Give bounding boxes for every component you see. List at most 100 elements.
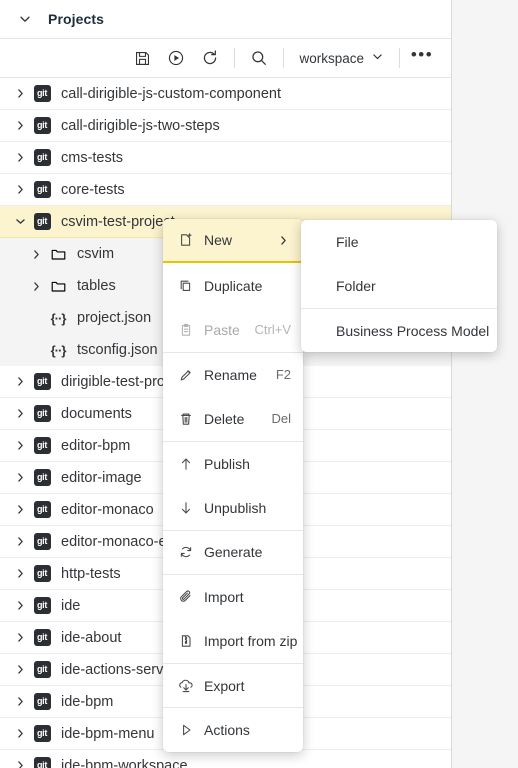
chevron-right-icon[interactable]	[12, 663, 29, 676]
panel-header: Projects	[0, 0, 451, 39]
menu-item-actions[interactable]: Actions	[163, 707, 303, 751]
chevron-right-icon[interactable]	[12, 87, 29, 100]
git-repo-icon: git	[29, 757, 55, 768]
app-root: Projects workspace ••• git call-dirigibl…	[0, 0, 518, 768]
chevron-right-icon[interactable]	[12, 471, 29, 484]
git-repo-icon: git	[29, 85, 55, 102]
tree-row-label: documents	[61, 405, 132, 422]
chevron-right-icon[interactable]	[12, 503, 29, 516]
json-file-icon: {··}	[50, 310, 67, 326]
refresh-icon[interactable]	[193, 43, 227, 73]
menu-item-label: Unpublish	[204, 499, 267, 516]
menu-item-label: Import	[204, 588, 244, 605]
git-repo-icon: git	[29, 117, 55, 134]
menu-item-publish[interactable]: Publish	[163, 440, 303, 485]
menu-item-import-from-zip[interactable]: Import from zip	[163, 619, 303, 663]
menu-item-shortcut: Del	[271, 411, 291, 427]
menu-item-label: Export	[204, 677, 245, 694]
duplicate-icon	[173, 278, 199, 294]
play-outline-icon	[173, 722, 199, 738]
tree-row[interactable]: git core-tests	[0, 174, 451, 206]
git-repo-icon: git	[29, 213, 55, 230]
more-options-button[interactable]: •••	[407, 43, 437, 73]
tree-row-label: csvim-test-project	[61, 213, 175, 230]
git-repo-icon: git	[29, 437, 55, 454]
chevron-right-icon[interactable]	[12, 439, 29, 452]
chevron-right-icon[interactable]	[12, 567, 29, 580]
menu-item-import[interactable]: Import	[163, 574, 303, 618]
tree-row-label: core-tests	[61, 181, 125, 198]
menu-item-generate[interactable]: Generate	[163, 529, 303, 574]
chevron-right-icon[interactable]	[12, 695, 29, 708]
search-icon[interactable]	[242, 43, 276, 73]
chevron-right-icon[interactable]	[12, 599, 29, 612]
chevron-right-icon[interactable]	[28, 280, 45, 293]
menu-item-label: Generate	[204, 544, 263, 561]
tree-row[interactable]: git call-dirigible-js-two-steps	[0, 110, 451, 142]
arrow-up-icon	[173, 456, 199, 472]
tree-row-label: editor-bpm	[61, 437, 131, 454]
submenu-item-business-process-model[interactable]: Business Process Model	[301, 308, 497, 352]
workspace-selector[interactable]: workspace	[291, 43, 392, 73]
chevron-right-icon[interactable]	[12, 151, 29, 164]
submenu-item-file[interactable]: File	[301, 220, 497, 264]
tree-row-label: http-tests	[61, 565, 121, 582]
paste-icon	[173, 322, 199, 338]
chevron-right-icon[interactable]	[12, 727, 29, 740]
tree-row-label: ide-bpm-menu	[61, 725, 155, 742]
panel-toolbar: workspace •••	[0, 39, 451, 78]
tree-row-label: csvim	[77, 246, 115, 262]
chevron-right-icon[interactable]	[12, 119, 29, 132]
menu-item-delete[interactable]: Delete Del	[163, 397, 303, 441]
context-menu: New Duplicate Paste Ctrl+V Rename F2 Delete Del…	[163, 219, 303, 752]
tree-row-label: call-dirigible-js-custom-component	[61, 85, 281, 102]
run-icon[interactable]	[159, 43, 193, 73]
menu-item-shortcut: F2	[275, 367, 291, 383]
git-repo-icon: git	[29, 533, 55, 550]
menu-item-label: Import from zip	[204, 632, 298, 649]
tree-row-label: ide	[61, 597, 81, 614]
zip-icon	[173, 633, 199, 649]
tree-row[interactable]: git call-dirigible-js-custom-component	[0, 78, 451, 110]
chevron-down-icon[interactable]	[12, 12, 38, 26]
menu-item-label: Duplicate	[204, 277, 263, 294]
chevron-right-icon[interactable]	[12, 759, 29, 768]
menu-item-paste: Paste Ctrl+V	[163, 308, 303, 352]
git-repo-icon: git	[29, 725, 55, 742]
export-icon	[173, 678, 199, 694]
chevron-down-icon	[371, 50, 384, 66]
menu-item-duplicate[interactable]: Duplicate	[163, 263, 303, 307]
chevron-right-icon[interactable]	[28, 248, 45, 261]
tree-row[interactable]: git ide-bpm-workspace	[0, 750, 451, 768]
toolbar-divider-3	[399, 48, 400, 68]
menu-item-label: Actions	[204, 721, 250, 738]
chevron-right-icon[interactable]	[12, 183, 29, 196]
tree-row-label: project.json	[77, 310, 152, 326]
menu-item-new[interactable]: New	[163, 219, 303, 264]
menu-item-unpublish[interactable]: Unpublish	[163, 485, 303, 529]
new-file-icon	[173, 232, 199, 248]
chevron-right-icon[interactable]	[12, 407, 29, 420]
git-repo-icon: git	[29, 181, 55, 198]
git-repo-icon: git	[29, 693, 55, 710]
tree-row-label: ide-bpm-workspace	[61, 757, 188, 768]
chevron-right-icon[interactable]	[12, 631, 29, 644]
git-repo-icon: git	[29, 629, 55, 646]
workspace-label: workspace	[299, 50, 364, 66]
tree-row-label: tables	[77, 278, 116, 294]
save-icon[interactable]	[125, 43, 159, 73]
json-file-icon: {··}	[50, 342, 67, 358]
git-repo-icon: git	[29, 501, 55, 518]
chevron-right-icon	[277, 234, 303, 247]
chevron-right-icon[interactable]	[12, 535, 29, 548]
submenu-item-folder[interactable]: Folder	[301, 264, 497, 308]
tree-row[interactable]: git cms-tests	[0, 142, 451, 174]
menu-item-shortcut: Ctrl+V	[254, 322, 291, 338]
menu-item-label: Delete	[204, 410, 245, 427]
chevron-down-icon[interactable]	[12, 215, 29, 228]
chevron-right-icon[interactable]	[12, 375, 29, 388]
menu-item-rename[interactable]: Rename F2	[163, 352, 303, 396]
arrow-down-icon	[173, 500, 199, 516]
menu-item-export[interactable]: Export	[163, 662, 303, 707]
tree-row-label: editor-monaco	[61, 501, 154, 518]
